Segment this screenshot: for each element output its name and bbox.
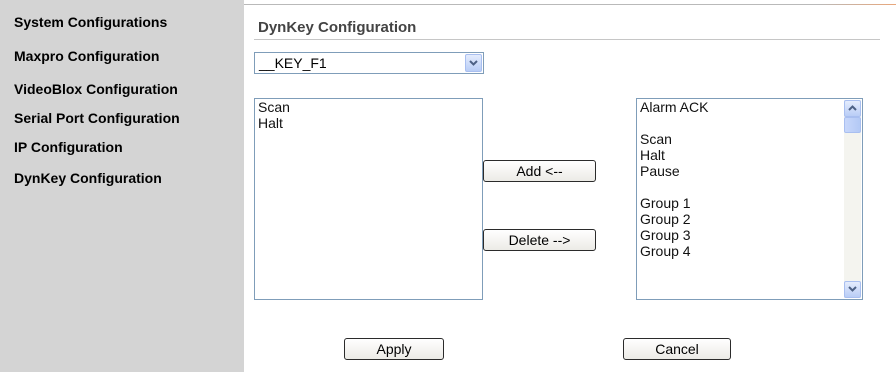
list-item[interactable]: Pause (637, 163, 862, 179)
sidebar-item-system-configurations[interactable]: System Configurations (14, 14, 167, 30)
top-divider (244, 4, 896, 5)
add-button[interactable]: Add <-- (483, 160, 596, 182)
delete-button[interactable]: Delete --> (483, 229, 596, 251)
list-item[interactable]: Alarm ACK (637, 99, 862, 115)
list-item[interactable]: Group 4 (637, 243, 862, 259)
key-select[interactable]: __KEY_F1 (254, 52, 484, 74)
scroll-down-icon[interactable] (844, 281, 861, 298)
list-item[interactable] (637, 179, 862, 195)
vertical-scrollbar[interactable] (844, 100, 861, 298)
cancel-button[interactable]: Cancel (623, 338, 731, 360)
scroll-thumb[interactable] (844, 117, 861, 133)
list-item[interactable]: Group 2 (637, 211, 862, 227)
sidebar: System Configurations Maxpro Configurati… (0, 0, 244, 372)
list-item[interactable]: Halt (255, 115, 482, 131)
list-item[interactable]: Scan (255, 99, 482, 115)
sidebar-item-dynkey-configuration[interactable]: DynKey Configuration (14, 170, 162, 186)
list-item[interactable]: Group 1 (637, 195, 862, 211)
sidebar-item-ip-configuration[interactable]: IP Configuration (14, 139, 123, 155)
sidebar-item-maxpro-configuration[interactable]: Maxpro Configuration (14, 48, 159, 64)
key-select-value: __KEY_F1 (259, 55, 327, 71)
list-item[interactable]: Halt (637, 147, 862, 163)
scroll-up-icon[interactable] (844, 100, 861, 117)
sidebar-item-serial-port-configuration[interactable]: Serial Port Configuration (14, 110, 180, 126)
available-functions-list[interactable]: Alarm ACK Scan Halt Pause Group 1 Group … (636, 98, 863, 300)
dropdown-arrow-icon[interactable] (465, 54, 482, 72)
list-item[interactable]: Group 3 (637, 227, 862, 243)
page-title: DynKey Configuration (258, 19, 417, 36)
title-divider (254, 39, 880, 40)
sidebar-item-videoblox-configuration[interactable]: VideoBlox Configuration (14, 81, 178, 97)
assigned-functions-list[interactable]: Scan Halt (254, 98, 483, 300)
list-item[interactable] (637, 115, 862, 131)
list-item[interactable]: Scan (637, 131, 862, 147)
apply-button[interactable]: Apply (344, 338, 444, 360)
